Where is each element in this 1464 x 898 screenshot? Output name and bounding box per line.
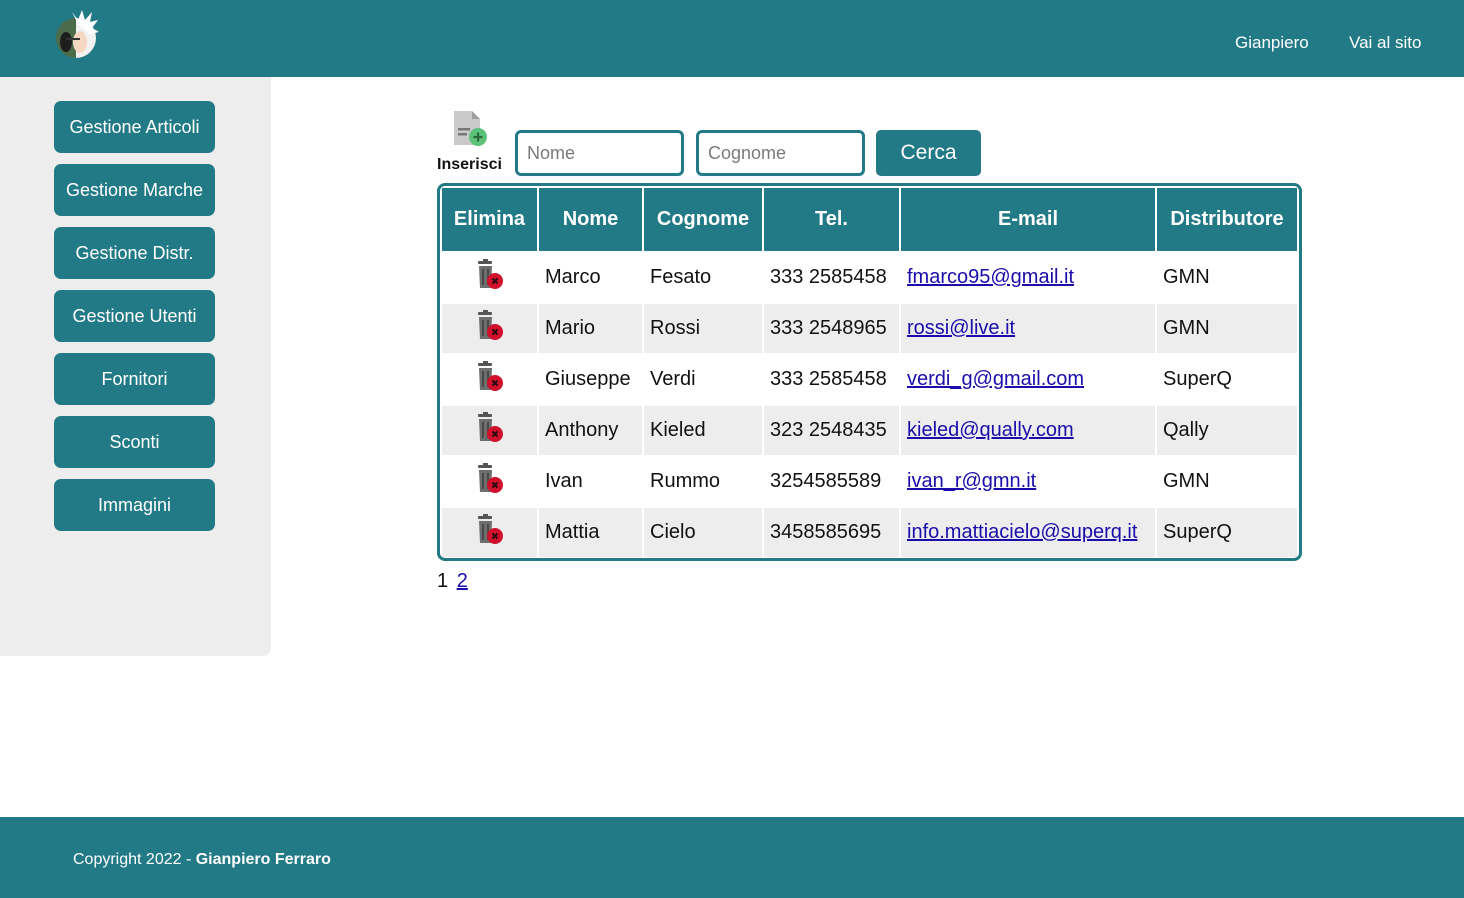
cell-cognome: Cielo (644, 508, 762, 557)
table-row: Mario Rossi 333 2548965 rossi@live.it GMN (442, 304, 1297, 353)
table-row: Giuseppe Verdi 333 2585458 verdi_g@gmail.co… (442, 355, 1297, 404)
sidebar-item-gestione-utenti[interactable]: Gestione Utenti (54, 290, 215, 342)
table-row: Anthony Kieled 323 2548435 kieled@qually.co… (442, 406, 1297, 455)
sidebar-item-sconti[interactable]: Sconti (54, 416, 215, 468)
nome-search-input[interactable] (515, 130, 684, 176)
trash-delete-icon[interactable] (473, 360, 507, 400)
trash-delete-icon[interactable] (473, 513, 507, 553)
cell-tel: 323 2548435 (764, 406, 899, 455)
cell-distributore: SuperQ (1157, 355, 1297, 404)
delete-cell (442, 457, 537, 506)
search-button[interactable]: Cerca (876, 130, 981, 176)
cell-tel: 3254585589 (764, 457, 899, 506)
column-header-email: E-mail (901, 188, 1155, 251)
insert-label: Inserisci (437, 156, 502, 173)
cell-distributore: GMN (1157, 457, 1297, 506)
copyright-prefix: Copyright 2022 - (73, 851, 196, 868)
cell-tel: 333 2585458 (764, 253, 899, 302)
table-header-row: Elimina Nome Cognome Tel. E-mail Distrib… (442, 188, 1297, 251)
page-link-2[interactable]: 2 (457, 570, 468, 592)
cell-email: fmarco95@gmail.it (901, 253, 1155, 302)
cell-nome: Anthony (539, 406, 642, 455)
cell-nome: Mattia (539, 508, 642, 557)
delete-cell (442, 304, 537, 353)
cell-nome: Giuseppe (539, 355, 642, 404)
email-link[interactable]: kieled@qually.com (907, 419, 1074, 441)
delete-cell (442, 355, 537, 404)
pagination: 1 2 (437, 570, 468, 593)
cell-email: rossi@live.it (901, 304, 1155, 353)
users-table: Elimina Nome Cognome Tel. E-mail Distrib… (437, 183, 1302, 561)
user-menu-link[interactable]: Gianpiero (1235, 33, 1309, 53)
table-row: Marco Fesato 333 2585458 fmarco95@gmail.it G… (442, 253, 1297, 302)
email-link[interactable]: fmarco95@gmail.it (907, 266, 1074, 288)
cell-distributore: Qally (1157, 406, 1297, 455)
cell-email: kieled@qually.com (901, 406, 1155, 455)
avatar-logo-icon[interactable] (52, 8, 102, 64)
cell-email: info.mattiacielo@superq.it (901, 508, 1155, 557)
cell-distributore: SuperQ (1157, 508, 1297, 557)
table-row: Ivan Rummo 3254585589 ivan_r@gmn.it GMN (442, 457, 1297, 506)
cell-cognome: Kieled (644, 406, 762, 455)
email-link[interactable]: ivan_r@gmn.it (907, 470, 1036, 492)
cell-nome: Marco (539, 253, 642, 302)
copyright-author: Gianpiero Ferraro (195, 851, 331, 868)
column-header-distributore: Distributore (1157, 188, 1297, 251)
cell-email: ivan_r@gmn.it (901, 457, 1155, 506)
cognome-search-input[interactable] (696, 130, 865, 176)
cell-distributore: GMN (1157, 253, 1297, 302)
sidebar: Gestione Articoli Gestione Marche Gestio… (0, 77, 271, 656)
trash-delete-icon[interactable] (473, 258, 507, 298)
cell-tel: 333 2548965 (764, 304, 899, 353)
copyright-text: Copyright 2022 - Gianpiero Ferraro (73, 851, 331, 869)
column-header-tel: Tel. (764, 188, 899, 251)
email-link[interactable]: rossi@live.it (907, 317, 1015, 339)
top-header: Gianpiero Vai al sito (0, 0, 1464, 77)
cell-cognome: Rossi (644, 304, 762, 353)
trash-delete-icon[interactable] (473, 309, 507, 349)
cell-cognome: Verdi (644, 355, 762, 404)
sidebar-item-immagini[interactable]: Immagini (54, 479, 215, 531)
insert-button[interactable]: Inserisci (436, 110, 506, 176)
sidebar-item-gestione-distr[interactable]: Gestione Distr. (54, 227, 215, 279)
column-header-nome: Nome (539, 188, 642, 251)
cell-nome: Mario (539, 304, 642, 353)
cell-nome: Ivan (539, 457, 642, 506)
trash-delete-icon[interactable] (473, 411, 507, 451)
visit-site-link[interactable]: Vai al sito (1349, 33, 1421, 53)
page-current: 1 (437, 570, 449, 592)
delete-cell (442, 253, 537, 302)
sidebar-item-gestione-marche[interactable]: Gestione Marche (54, 164, 215, 216)
delete-cell (442, 406, 537, 455)
cell-tel: 333 2585458 (764, 355, 899, 404)
cell-cognome: Fesato (644, 253, 762, 302)
cell-distributore: GMN (1157, 304, 1297, 353)
sidebar-item-fornitori[interactable]: Fornitori (54, 353, 215, 405)
add-document-icon (452, 110, 490, 155)
delete-cell (442, 508, 537, 557)
column-header-elimina: Elimina (442, 188, 537, 251)
email-link[interactable]: info.mattiacielo@superq.it (907, 521, 1137, 543)
sidebar-item-gestione-articoli[interactable]: Gestione Articoli (54, 101, 215, 153)
cell-tel: 3458585695 (764, 508, 899, 557)
column-header-cognome: Cognome (644, 188, 762, 251)
cell-cognome: Rummo (644, 457, 762, 506)
footer: Copyright 2022 - Gianpiero Ferraro (0, 817, 1464, 898)
trash-delete-icon[interactable] (473, 462, 507, 502)
table-row: Mattia Cielo 3458585695 info.mattiacielo@su… (442, 508, 1297, 557)
email-link[interactable]: verdi_g@gmail.com (907, 368, 1084, 390)
cell-email: verdi_g@gmail.com (901, 355, 1155, 404)
